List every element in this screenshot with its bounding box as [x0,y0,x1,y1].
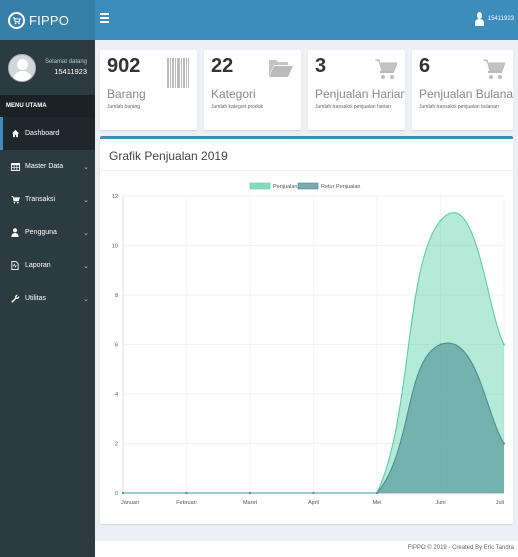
sidebar-item-label: Pengguna [25,229,57,236]
user-icon [10,228,20,237]
legend-label: Penjualan [273,184,297,190]
footer: FIPPO © 2019 - Created By Eric Tandra [95,541,518,557]
table-icon [10,162,20,171]
sidebar-item-transaksi[interactable]: Transaksi ⌄ [0,183,95,216]
series-penjualan-point [502,343,506,346]
user-icon [474,12,484,26]
y-tick-label: 6 [115,343,118,349]
top-user-name: 15411923 [487,16,514,22]
stat-label: Penjualan Bulanan [419,87,513,101]
stat-card-barang: 902 Barang Jumlah barang [100,50,197,130]
legend-swatch [297,182,319,190]
greeting-text: Selamat datang [44,59,87,65]
series-retur-penjualan-point [312,491,315,495]
sidebar-item-label: Laporan [25,262,51,269]
sidebar-item-label: Master Data [25,163,64,170]
home-icon [10,129,20,138]
series-retur-penjualan-point [502,442,506,445]
sales-chart: 0 2 4 6 8 10 12 Januari Februari Maret April Mei Jun… [112,182,506,506]
top-navbar: 15411923 [95,0,518,40]
shopping-cart-icon [375,58,398,82]
stat-card-penjualan-harian: 3 Penjualan Harian Jumlah transaksi penj… [308,50,405,130]
y-tick-label: 0 [115,491,118,497]
series-retur-penjualan-point [248,491,252,495]
sales-chart-panel: Grafik Penjualan 2019 0 2 4 6 8 10 12 Januari Fe… [100,136,513,524]
user-panel: Selamat datang 15411923 [0,40,95,95]
y-tick-label: 8 [115,293,118,299]
stat-subtext: Jumlah kategori produk [211,104,263,110]
series-penjualan-point [439,219,442,222]
sidebar-item-laporan[interactable]: Laporan ⌄ [0,249,95,282]
user-menu[interactable]: 15411923 [474,12,514,26]
x-tick-label: Januari [121,500,139,506]
footer-text: FIPPO © 2019 - Created By Eric Tandra [407,545,514,551]
series-retur-penjualan-point [121,491,125,495]
logo-text: FIPPO [29,12,70,28]
barcode-icon [167,58,189,90]
sidebar-item-pengguna[interactable]: Pengguna ⌄ [0,216,95,249]
menu-header: MENU UTAMA [0,95,95,117]
sidebar-item-utilitas[interactable]: Utilitas ⌄ [0,282,95,315]
y-tick-label: 2 [115,442,118,448]
chevron-down-icon: ⌄ [83,196,89,204]
user-name: 15411923 [54,67,87,76]
x-tick-label: Juni [435,500,445,506]
legend-label: Retur Penjualan [321,184,360,190]
logo[interactable]: FIPPO [0,0,95,40]
sidebar-toggle-icon[interactable] [100,13,109,23]
cart-logo-icon [8,11,25,29]
x-tick-label: Februari [176,500,196,506]
sidebar-item-label: Transaksi [25,196,56,203]
x-tick-label: Juli [496,500,504,506]
sidebar-item-label: Utilitas [25,295,47,302]
sidebar-item-dashboard[interactable]: Dashboard [0,117,95,150]
y-tick-label: 12 [112,194,118,200]
series-retur-penjualan-point [185,491,188,495]
cart-icon [10,195,20,204]
chevron-down-icon: ⌄ [83,163,89,171]
stat-subtext: Jumlah transaksi penjualan bulanan [419,104,499,110]
legend-swatch [249,182,271,190]
chevron-down-icon: ⌄ [83,295,89,303]
y-tick-label: 4 [115,392,118,398]
sidebar-menu: Dashboard Master Data ⌄ Transaksi ⌄ Peng… [0,117,95,315]
series-retur-penjualan-point [375,491,379,495]
chart-title: Grafik Penjualan 2019 [109,149,228,163]
sidebar: FIPPO Selamat datang 15411923 MENU UTAMA… [0,0,95,557]
x-tick-label: April [308,500,319,506]
file-icon [10,261,20,270]
stat-subtext: Jumlah transaksi penjualan harian [315,104,391,110]
sidebar-item-label: Dashboard [25,130,60,137]
chevron-down-icon: ⌄ [83,262,89,270]
folder-open-icon [269,58,293,80]
y-tick-label: 10 [112,244,118,250]
stat-label: Kategori [211,87,256,101]
chevron-down-icon: ⌄ [83,229,89,237]
series-retur-penjualan-point [439,343,442,346]
stat-label: Penjualan Harian [315,87,405,101]
x-tick-label: Maret [243,500,258,506]
user-info: Selamat datang 15411923 [36,59,95,76]
x-tick-label: Mei [373,500,382,506]
sidebar-item-master-data[interactable]: Master Data ⌄ [0,150,95,183]
shopping-cart-icon [483,58,506,82]
wrench-icon [10,294,20,303]
stat-card-kategori: 22 Kategori Jumlah kategori produk [204,50,301,130]
stat-subtext: Jumlah barang [107,104,141,110]
avatar [8,53,36,82]
stat-card-penjualan-bulanan: 6 Penjualan Bulanan Jumlah transaksi pen… [412,50,513,130]
main-content: 902 Barang Jumlah barang 22 Kategori Jum… [95,40,518,557]
